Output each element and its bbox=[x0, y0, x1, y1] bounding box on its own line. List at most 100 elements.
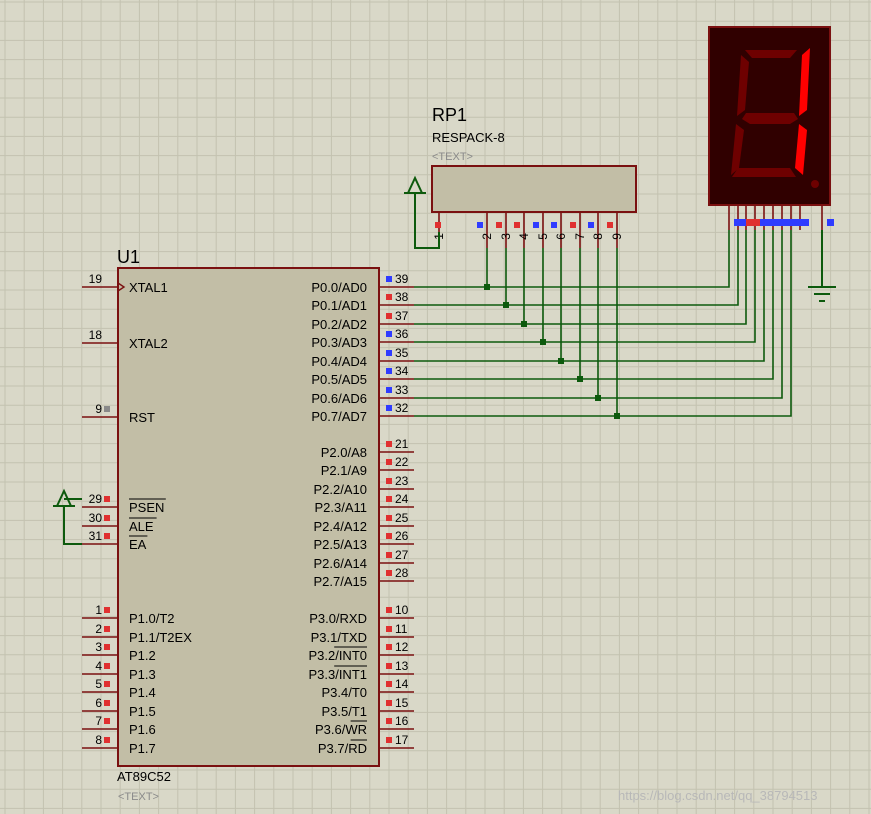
pin-marker bbox=[386, 313, 392, 319]
seven-segment-display[interactable]: 1 bbox=[708, 26, 834, 230]
pin-marker bbox=[386, 737, 392, 743]
rp1-ref: RP1 bbox=[432, 105, 467, 125]
watermark: https://blog.csdn.net/qq_38794513 bbox=[618, 788, 818, 803]
pin-marker bbox=[386, 441, 392, 447]
pin-name: P1.5 bbox=[129, 704, 156, 719]
pin-marker bbox=[386, 644, 392, 650]
pin-marker bbox=[386, 626, 392, 632]
pin-number: 4 bbox=[95, 659, 102, 673]
pin-number: 24 bbox=[395, 492, 409, 506]
pin-number: 39 bbox=[395, 272, 409, 286]
pin-number: 9 bbox=[95, 402, 102, 416]
u1-ref: U1 bbox=[117, 247, 140, 267]
u1-component[interactable]: U1 19 XTAL1 18 XTAL2 9 RST 29 PSEN 30 ALE 31 EA 1 P1.… bbox=[82, 247, 414, 803]
pin-name: EA bbox=[129, 537, 147, 552]
rp1-pin-4[interactable]: 4 bbox=[514, 212, 531, 248]
pin-number: 31 bbox=[89, 529, 103, 543]
u1-part: AT89C52 bbox=[117, 769, 171, 784]
pin-name: P2.5/A13 bbox=[314, 537, 368, 552]
pin-marker bbox=[386, 700, 392, 706]
pin-marker bbox=[570, 222, 576, 228]
pin-name: P0.7/AD7 bbox=[311, 409, 367, 424]
pin-name: P1.0/T2 bbox=[129, 611, 175, 626]
pin-number: 4 bbox=[517, 233, 531, 240]
pin-name: P3.5/T1 bbox=[321, 704, 367, 719]
rp1-part: RESPACK-8 bbox=[432, 130, 505, 145]
pin-name: P0.5/AD5 bbox=[311, 372, 367, 387]
pin-marker bbox=[104, 607, 110, 613]
pin-number: 11 bbox=[395, 622, 408, 636]
segment-d bbox=[732, 168, 796, 177]
pin-name: P0.0/AD0 bbox=[311, 280, 367, 295]
pin-name: P1.2 bbox=[129, 648, 156, 663]
pin-marker bbox=[386, 663, 392, 669]
power-terminal-ea[interactable] bbox=[53, 488, 82, 545]
pin-number: 3 bbox=[95, 640, 102, 654]
pin-number: 8 bbox=[591, 233, 605, 240]
pin-marker bbox=[104, 496, 110, 502]
rp1-pin-8[interactable]: 8 bbox=[588, 212, 605, 248]
pin-marker bbox=[386, 681, 392, 687]
pin-number: 16 bbox=[395, 714, 409, 728]
pin-marker bbox=[386, 368, 392, 374]
pin-marker bbox=[435, 222, 441, 228]
rp1-body[interactable] bbox=[431, 165, 637, 213]
pin-marker bbox=[496, 222, 502, 228]
pin-markers-bar bbox=[734, 219, 809, 226]
pin-name: P3.0/RXD bbox=[309, 611, 367, 626]
schematic-canvas[interactable]: U1 19XTAL118XTAL29RST29PSEN30ALE31EA1P1.… bbox=[0, 0, 871, 814]
pin-number: 6 bbox=[554, 233, 568, 240]
segment-dp bbox=[811, 180, 819, 188]
pin-name: P3.7/RD bbox=[318, 741, 367, 756]
u1-text-placeholder: <TEXT> bbox=[118, 791, 159, 803]
pin-marker bbox=[104, 737, 110, 743]
junction bbox=[521, 321, 527, 327]
pin-marker bbox=[827, 219, 834, 226]
pin-number: 35 bbox=[395, 346, 409, 360]
junction bbox=[595, 395, 601, 401]
pin-marker bbox=[104, 533, 110, 539]
pin-number: 12 bbox=[395, 640, 409, 654]
pin-name: P0.3/AD3 bbox=[311, 335, 367, 350]
pin-markers-red bbox=[746, 219, 760, 226]
rp1-pin-9[interactable]: 9 bbox=[607, 212, 624, 248]
pin-marker bbox=[104, 515, 110, 521]
pin-number: 17 bbox=[395, 733, 409, 747]
pin-marker bbox=[386, 496, 392, 502]
pin-number: 29 bbox=[89, 492, 103, 506]
junction bbox=[577, 376, 583, 382]
segment-a bbox=[745, 50, 797, 58]
pin-marker bbox=[386, 459, 392, 465]
pin-name: P2.4/A12 bbox=[314, 519, 368, 534]
pin-number: 10 bbox=[395, 603, 409, 617]
pin-marker bbox=[386, 515, 392, 521]
pin-marker bbox=[386, 387, 392, 393]
pin-name: P2.2/A10 bbox=[314, 482, 368, 497]
pin-marker bbox=[551, 222, 557, 228]
pin-name: P1.3 bbox=[129, 667, 156, 682]
wire-p0-0 bbox=[414, 230, 730, 288]
pin-marker bbox=[386, 350, 392, 356]
pin-number: 22 bbox=[395, 455, 409, 469]
junction bbox=[558, 358, 564, 364]
pin-name: PSEN bbox=[129, 500, 164, 515]
pin-name: P0.1/AD1 bbox=[311, 298, 367, 313]
pin-name: P1.7 bbox=[129, 741, 156, 756]
pin-name: P3.3/INT1 bbox=[308, 667, 367, 682]
pin-number: 2 bbox=[95, 622, 102, 636]
pin-name: P2.0/A8 bbox=[321, 445, 367, 460]
pin-number: 2 bbox=[480, 233, 494, 240]
pin-name: P2.3/A11 bbox=[314, 500, 367, 515]
pin-marker bbox=[104, 626, 110, 632]
junction bbox=[540, 339, 546, 345]
pin-name: P0.6/AD6 bbox=[311, 391, 367, 406]
rp1-pin-5[interactable]: 5 bbox=[533, 212, 550, 248]
pin-marker bbox=[386, 533, 392, 539]
pin-number: 28 bbox=[395, 566, 409, 580]
pin-marker bbox=[386, 294, 392, 300]
rp1-pin-7[interactable]: 7 bbox=[570, 212, 587, 248]
junction bbox=[503, 302, 509, 308]
rp1-pin-6[interactable]: 6 bbox=[551, 212, 568, 248]
rp1-component[interactable]: RP1 RESPACK-8 <TEXT> 123456789 bbox=[431, 105, 637, 248]
pin-marker bbox=[386, 405, 392, 411]
